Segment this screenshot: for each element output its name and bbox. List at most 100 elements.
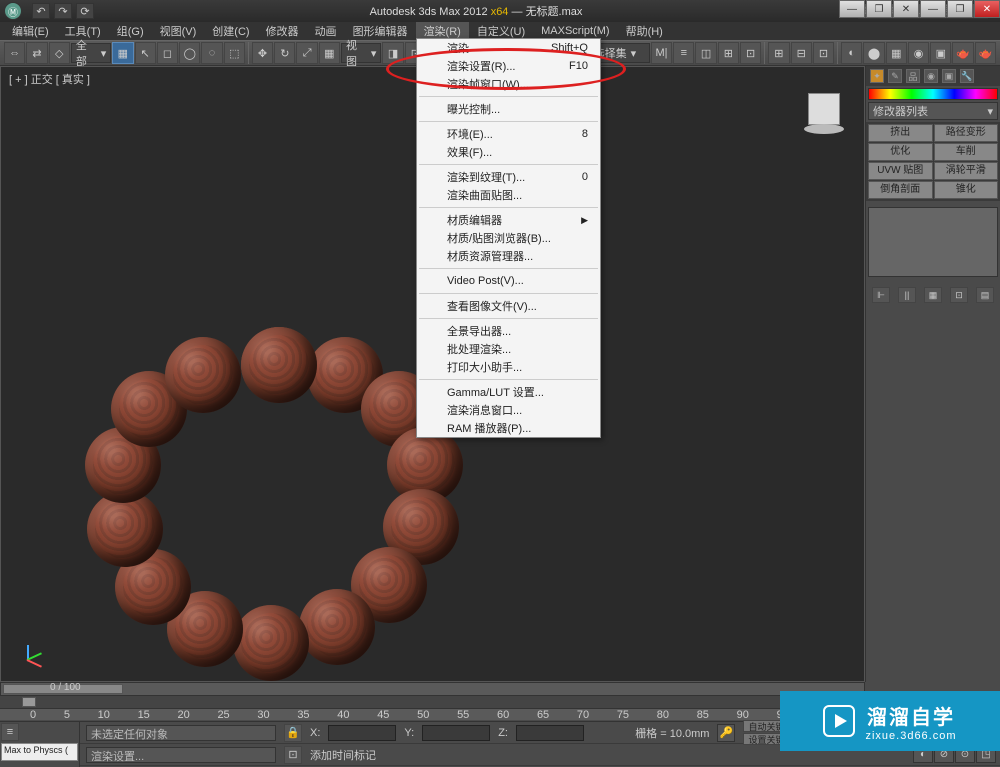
schematic-icon[interactable]: ⊞	[768, 42, 789, 64]
configure-sets-icon[interactable]: ▤	[976, 287, 994, 303]
viewcube[interactable]	[804, 93, 844, 133]
z-input[interactable]	[516, 725, 584, 741]
show-end-result-icon[interactable]: ||	[898, 287, 916, 303]
create-tab-icon[interactable]: ✦	[870, 69, 884, 83]
unlink-icon[interactable]: ⇄	[26, 42, 47, 64]
mirror-icon[interactable]: M|	[651, 42, 672, 64]
select-rect-icon[interactable]: ◻	[157, 42, 178, 64]
menu-material-editor[interactable]: 材质编辑器▶	[417, 211, 600, 229]
track-view-icon[interactable]: ⊟	[791, 42, 812, 64]
mod-extrude-button[interactable]: 挤出	[868, 124, 933, 142]
modifier-list-dropdown[interactable]: 修改器列表▾	[868, 102, 998, 120]
time-ruler[interactable]: 0510 152025 303540 455055 606570 758085 …	[0, 708, 865, 720]
window-crossing-icon[interactable]: ◯	[179, 42, 200, 64]
render-setup-icon[interactable]: ▦	[886, 42, 907, 64]
menu-render-frame-window[interactable]: 渲染帧窗口(W)...	[417, 75, 600, 93]
object-color-swatch[interactable]	[868, 88, 998, 100]
isolate-icon[interactable]: ⊡	[284, 746, 302, 764]
scene-object-beads[interactable]	[81, 327, 461, 707]
menu-print-size[interactable]: 打印大小助手...	[417, 358, 600, 376]
utilities-tab-icon[interactable]: 🔧	[960, 69, 974, 83]
paint-select-icon[interactable]: ◌	[201, 42, 222, 64]
menu-exposure-control[interactable]: 曝光控制...	[417, 100, 600, 118]
win-min-button[interactable]: —	[920, 0, 946, 18]
app-icon[interactable]: Ⓜ	[4, 2, 22, 20]
ref-coord-dropdown[interactable]: 视图▾	[341, 43, 381, 63]
menu-environment[interactable]: 环境(E)...8	[417, 125, 600, 143]
menu-render[interactable]: 渲染Shift+Q	[417, 39, 600, 57]
time-slider[interactable]	[0, 696, 865, 708]
menu-edit[interactable]: 编辑(E)	[4, 21, 57, 41]
menu-effects[interactable]: 效果(F)...	[417, 143, 600, 161]
ref-coord-icon[interactable]: ▦	[319, 42, 340, 64]
menu-view-image[interactable]: 查看图像文件(V)...	[417, 297, 600, 315]
pin-stack-icon[interactable]: ⊩	[872, 287, 890, 303]
mod-turbosmooth-button[interactable]: 涡轮平滑	[934, 162, 999, 180]
qat-undo[interactable]: ↶	[32, 3, 50, 19]
display-tab-icon[interactable]: ▣	[942, 69, 956, 83]
mod-bevelprofile-button[interactable]: 倒角剖面	[868, 181, 933, 199]
make-unique-icon[interactable]: ▦	[924, 287, 942, 303]
quick-align-icon[interactable]: ◫	[695, 42, 716, 64]
menu-render-surface-map[interactable]: 渲染曲面贴图...	[417, 186, 600, 204]
menu-video-post[interactable]: Video Post(V)...	[417, 272, 600, 290]
mod-optimize-button[interactable]: 优化	[868, 143, 933, 161]
curve-editor-icon[interactable]: ⊡	[740, 42, 761, 64]
add-time-tag[interactable]: 添加时间标记	[310, 747, 376, 763]
viewport-label[interactable]: [ + ] 正交 [ 真实 ]	[9, 71, 90, 87]
hierarchy-tab-icon[interactable]: 品	[906, 69, 920, 83]
pivot-icon[interactable]: ◨	[382, 42, 403, 64]
material-editor-icon[interactable]: ◐	[841, 42, 862, 64]
quick-render-icon[interactable]: 🫖	[975, 42, 996, 64]
scale-icon[interactable]: ⤢	[296, 42, 317, 64]
render-production-icon[interactable]: ▣	[930, 42, 951, 64]
script-listener-icon[interactable]: ≡	[1, 723, 19, 741]
menu-help[interactable]: 帮助(H)	[618, 21, 671, 41]
key-icon[interactable]: 🔑	[717, 724, 735, 742]
win-close-button[interactable]: ✕	[974, 0, 1000, 18]
motion-tab-icon[interactable]: ◉	[924, 69, 938, 83]
menu-material-browser[interactable]: 材质/贴图浏览器(B)...	[417, 229, 600, 247]
menu-material-explorer[interactable]: 材质资源管理器...	[417, 247, 600, 265]
menu-create[interactable]: 创建(C)	[204, 21, 257, 41]
menu-ram-player[interactable]: RAM 播放器(P)...	[417, 419, 600, 437]
qat-more[interactable]: ⟳	[76, 3, 94, 19]
menu-panorama-export[interactable]: 全景导出器...	[417, 322, 600, 340]
menu-views[interactable]: 视图(V)	[152, 21, 205, 41]
lock-selection-icon[interactable]: 🔒	[284, 724, 302, 742]
scene-explorer-icon[interactable]: ⊡	[813, 42, 834, 64]
lasso-select-icon[interactable]: ⬚	[224, 42, 245, 64]
viewport-scrollbar[interactable]: 0 / 100	[0, 682, 865, 696]
menu-modifiers[interactable]: 修改器	[258, 21, 307, 41]
menu-render-setup[interactable]: 渲染设置(R)...F10	[417, 57, 600, 75]
modifier-stack[interactable]	[868, 207, 998, 277]
link-icon[interactable]: ⇔	[4, 42, 25, 64]
win-max-button[interactable]: ❐	[947, 0, 973, 18]
render-iterative-icon[interactable]: 🫖	[952, 42, 973, 64]
doc-close-button[interactable]: ✕	[893, 0, 919, 18]
menu-animation[interactable]: 动画	[307, 21, 345, 41]
menu-gamma-lut[interactable]: Gamma/LUT 设置...	[417, 383, 600, 401]
mod-uvw-button[interactable]: UVW 贴图	[868, 162, 933, 180]
menu-batch-render[interactable]: 批处理渲染...	[417, 340, 600, 358]
slate-material-icon[interactable]: ⬤	[863, 42, 884, 64]
doc-max-button[interactable]: ❐	[866, 0, 892, 18]
rotate-icon[interactable]: ↻	[274, 42, 295, 64]
menu-maxscript[interactable]: MAXScript(M)	[533, 23, 617, 39]
doc-min-button[interactable]: —	[839, 0, 865, 18]
align-icon[interactable]: ≡	[673, 42, 694, 64]
menu-group[interactable]: 组(G)	[109, 21, 152, 41]
select-object-icon[interactable]: ▦	[112, 42, 133, 64]
selection-filter-dropdown[interactable]: 全部▾	[71, 43, 111, 63]
layer-icon[interactable]: ⊞	[718, 42, 739, 64]
y-input[interactable]	[422, 725, 490, 741]
menu-render-texture[interactable]: 渲染到纹理(T)...0	[417, 168, 600, 186]
remove-modifier-icon[interactable]: ⊡	[950, 287, 968, 303]
mod-lathe-button[interactable]: 车削	[934, 143, 999, 161]
menu-render-message[interactable]: 渲染消息窗口...	[417, 401, 600, 419]
x-input[interactable]	[328, 725, 396, 741]
move-icon[interactable]: ✥	[252, 42, 273, 64]
modify-tab-icon[interactable]: ✎	[888, 69, 902, 83]
bind-icon[interactable]: ◇	[49, 42, 70, 64]
mod-pathdeform-button[interactable]: 路径变形	[934, 124, 999, 142]
